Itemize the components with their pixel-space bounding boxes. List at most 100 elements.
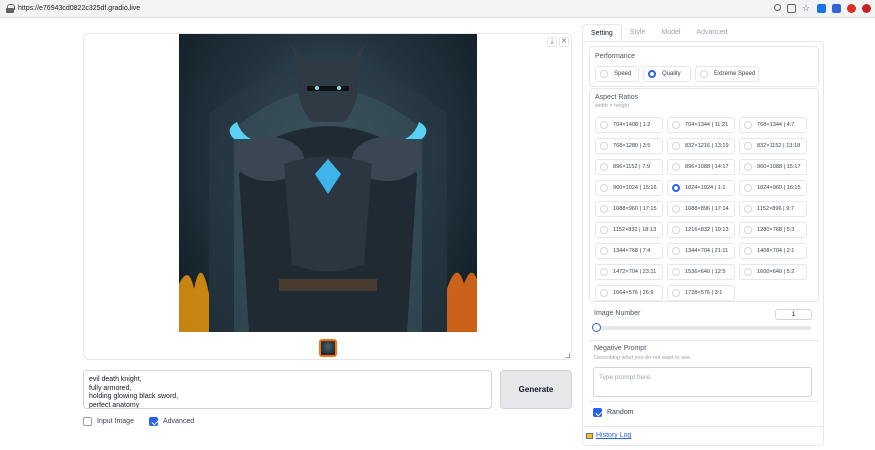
url-text[interactable]: https://e76943cd0822c325df.gradio.live — [18, 5, 140, 12]
performance-option-label: Quality — [662, 71, 681, 77]
browser-address-bar[interactable]: https://e76943cd0822c325df.gradio.live ☆ — [0, 0, 875, 18]
radio-dot[interactable] — [744, 247, 752, 255]
radio-dot[interactable] — [672, 205, 680, 213]
tab-setting[interactable]: Setting — [582, 24, 622, 42]
extension-icon[interactable] — [817, 4, 826, 13]
radio-dot[interactable] — [600, 142, 608, 150]
random-label: Random — [607, 409, 634, 416]
aspect-option[interactable]: 1088×960 | 17:15 — [595, 201, 663, 217]
aspect-option[interactable]: 1408×704 | 2:1 — [739, 243, 807, 259]
aspect-option[interactable]: 1216×832 | 19:13 — [667, 222, 735, 238]
radio-dot[interactable] — [744, 226, 752, 234]
resize-handle[interactable] — [565, 353, 570, 358]
random-checkbox-box[interactable] — [593, 408, 602, 417]
negative-prompt-input[interactable]: Type prompt here. — [593, 367, 812, 397]
random-checkbox[interactable]: Random — [593, 408, 633, 417]
radio-dot[interactable] — [600, 226, 608, 234]
radio-dot[interactable] — [744, 184, 752, 192]
radio-dot[interactable] — [672, 184, 680, 192]
aspect-option[interactable]: 1280×768 | 5:3 — [739, 222, 807, 238]
aspect-option[interactable]: 1024×1024 | 1:1 — [667, 180, 735, 196]
aspect-option[interactable]: 1664×576 | 26:9 — [595, 285, 663, 301]
aspect-option-label: 1024×960 | 16:15 — [757, 185, 801, 191]
performance-label: Performance — [595, 53, 636, 60]
advanced-label: Advanced — [163, 418, 195, 425]
prompt-textarea[interactable]: evil death knight, fully armored, holdin… — [83, 370, 492, 409]
extension-red-icon[interactable] — [847, 4, 856, 13]
aspect-option[interactable]: 704×1344 | 11:21 — [667, 117, 735, 133]
aspect-option-label: 1472×704 | 23:11 — [613, 269, 657, 275]
aspect-option[interactable]: 1536×640 | 12:5 — [667, 264, 735, 280]
close-icon[interactable]: ✕ — [559, 37, 569, 47]
radio-dot[interactable] — [672, 121, 680, 129]
tab-model[interactable]: Model — [653, 24, 688, 42]
aspect-option[interactable]: 1472×704 | 23:11 — [595, 264, 663, 280]
radio-dot[interactable] — [744, 163, 752, 171]
zoom-icon[interactable] — [774, 4, 781, 11]
profile-icon[interactable] — [862, 4, 871, 13]
advanced-checkbox-box[interactable] — [149, 417, 158, 426]
aspect-option[interactable]: 832×1216 | 13:19 — [667, 138, 735, 154]
generated-image[interactable] — [179, 34, 477, 332]
radio-dot[interactable] — [672, 142, 680, 150]
aspect-option[interactable]: 1728×576 | 3:1 — [667, 285, 735, 301]
radio-dot[interactable] — [600, 268, 608, 276]
tab-advanced[interactable]: Advanced — [688, 24, 735, 42]
radio-dot[interactable] — [600, 184, 608, 192]
aspect-option[interactable]: 1600×640 | 5:2 — [739, 264, 807, 280]
aspect-option[interactable]: 704×1408 | 1:2 — [595, 117, 663, 133]
radio-dot[interactable] — [600, 121, 608, 129]
radio-dot[interactable] — [700, 70, 708, 78]
radio-dot[interactable] — [672, 226, 680, 234]
radio-dot[interactable] — [744, 142, 752, 150]
radio-dot[interactable] — [744, 268, 752, 276]
divider — [583, 426, 823, 427]
history-log-link[interactable]: History Log — [586, 432, 631, 439]
radio-dot[interactable] — [600, 247, 608, 255]
radio-dot[interactable] — [744, 205, 752, 213]
performance-option-speed[interactable]: Speed — [595, 66, 639, 82]
radio-dot[interactable] — [672, 268, 680, 276]
radio-dot[interactable] — [672, 289, 680, 297]
radio-dot[interactable] — [648, 70, 656, 78]
download-icon[interactable]: ⤓ — [547, 37, 557, 47]
input-image-checkbox[interactable]: Input Image — [83, 417, 134, 426]
aspect-option[interactable]: 960×1024 | 15:16 — [595, 180, 663, 196]
aspect-option[interactable]: 1152×896 | 9:7 — [739, 201, 807, 217]
advanced-checkbox[interactable]: Advanced — [149, 417, 194, 426]
input-image-checkbox-box[interactable] — [83, 417, 92, 426]
aspect-option[interactable]: 1088×896 | 17:14 — [667, 201, 735, 217]
radio-dot[interactable] — [600, 205, 608, 213]
aspect-option[interactable]: 1152×832 | 18:13 — [595, 222, 663, 238]
performance-option-quality[interactable]: Quality — [643, 66, 691, 82]
aspect-ratios-label: Aspect Ratios — [595, 94, 639, 101]
aspect-option[interactable]: 1024×960 | 16:15 — [739, 180, 807, 196]
radio-dot[interactable] — [672, 247, 680, 255]
aspect-option[interactable]: 832×1152 | 13:18 — [739, 138, 807, 154]
aspect-option[interactable]: 896×1088 | 14:17 — [667, 159, 735, 175]
radio-dot[interactable] — [600, 163, 608, 171]
gallery-thumbnail[interactable] — [319, 339, 337, 357]
aspect-option[interactable]: 768×1280 | 3:5 — [595, 138, 663, 154]
image-number-slider-thumb[interactable] — [592, 323, 601, 332]
share-icon[interactable] — [787, 4, 796, 13]
radio-dot[interactable] — [744, 121, 752, 129]
radio-dot[interactable] — [672, 163, 680, 171]
aspect-option[interactable]: 1344×768 | 7:4 — [595, 243, 663, 259]
aspect-option[interactable]: 1344×704 | 21:11 — [667, 243, 735, 259]
radio-dot[interactable] — [600, 70, 608, 78]
performance-option-extreme-speed[interactable]: Extreme Speed — [695, 66, 759, 82]
radio-dot[interactable] — [600, 289, 608, 297]
bookmark-star-icon[interactable]: ☆ — [802, 4, 811, 13]
performance-option-label: Speed — [614, 71, 632, 77]
history-log-label[interactable]: History Log — [596, 432, 631, 439]
tab-style[interactable]: Style — [622, 24, 654, 42]
image-number-slider[interactable] — [593, 326, 811, 330]
generate-button[interactable]: Generate — [500, 370, 572, 409]
image-number-input[interactable]: 1 — [775, 309, 812, 320]
aspect-option[interactable]: 768×1344 | 4:7 — [739, 117, 807, 133]
aspect-option[interactable]: 960×1088 | 15:17 — [739, 159, 807, 175]
extension-blue-icon[interactable] — [832, 4, 841, 13]
aspect-option[interactable]: 896×1152 | 7:9 — [595, 159, 663, 175]
image-number-label: Image Number — [594, 310, 641, 317]
